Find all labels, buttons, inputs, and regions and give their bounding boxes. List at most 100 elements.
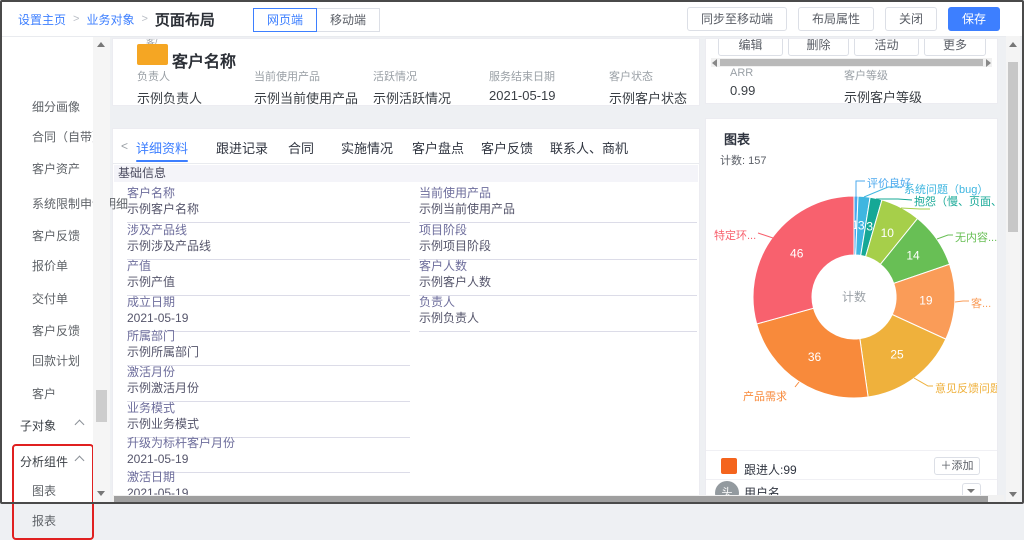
- sidebar-item-delivery-order[interactable]: 交付单: [32, 290, 68, 307]
- tab-follow-records[interactable]: 跟进记录: [216, 138, 268, 157]
- form-field: 业务模式 示例业务模式: [127, 402, 410, 438]
- close-button[interactable]: 关闭: [885, 7, 937, 31]
- form-field: 升级为标杆客户月份 2021-05-19: [127, 437, 410, 473]
- chart-label-leader: [795, 382, 799, 387]
- sidebar-item-system-limit-detail[interactable]: 系统限制申请明细: [32, 195, 128, 212]
- sidebar-section-sub-objects[interactable]: 子对象: [20, 417, 56, 434]
- activity-button[interactable]: 活动: [854, 38, 919, 56]
- sidebar-item-customer-feedback-2[interactable]: 客户反馈: [32, 322, 80, 339]
- sidebar-item-customer[interactable]: 客户: [32, 385, 56, 402]
- sidebar-item-chart[interactable]: 图表: [32, 482, 56, 499]
- breadcrumb-business-object[interactable]: 业务对象: [86, 11, 134, 28]
- actions-horizontal-scrollbar[interactable]: [711, 58, 992, 67]
- page-title: 页面布局: [155, 9, 215, 30]
- chart-slice-value: 25: [890, 348, 904, 362]
- tab-contract[interactable]: 合同: [288, 138, 314, 157]
- field-value[interactable]: 示例客户名称: [127, 203, 410, 223]
- sidebar-item-segment-profile[interactable]: 细分画像: [32, 98, 80, 115]
- tab-customer-feedback[interactable]: 客户反馈: [481, 138, 533, 157]
- field-value[interactable]: 示例项目阶段: [419, 240, 697, 260]
- tab-implementation[interactable]: 实施情况: [341, 138, 393, 157]
- tab-customer-review[interactable]: 客户盘点: [412, 138, 464, 157]
- sidebar-item-customer-feedback[interactable]: 客户反馈: [32, 227, 80, 244]
- breadcrumb-separator-icon: >: [73, 13, 79, 25]
- field-label: 激活月份: [127, 366, 410, 379]
- window-vertical-scrollbar[interactable]: [1006, 36, 1020, 502]
- chart-slice-value: 19: [919, 294, 933, 308]
- edit-button[interactable]: 编辑: [718, 38, 783, 56]
- tabs-next-icon[interactable]: >: [615, 139, 622, 153]
- chart-label-leader: [937, 235, 953, 239]
- field-value[interactable]: 示例当前使用产品: [419, 203, 697, 223]
- tab-web[interactable]: 网页端: [253, 8, 317, 32]
- record-field: 服务结束日期 2021-05-19: [489, 68, 556, 103]
- record-field: 客户等级 示例客户等级: [844, 67, 922, 104]
- chart-slice-value: 3: [858, 218, 865, 232]
- chart-label-leader: [758, 233, 773, 238]
- scroll-left-icon[interactable]: [712, 59, 717, 67]
- field-value[interactable]: 示例业务模式: [127, 418, 410, 438]
- scrollbar-thumb[interactable]: [1008, 62, 1018, 232]
- tabs-prev-icon[interactable]: <: [121, 139, 128, 153]
- save-button[interactable]: 保存: [948, 7, 1000, 31]
- more-button[interactable]: 更多: [924, 38, 986, 56]
- field-label: 客户名称: [127, 187, 410, 200]
- sidebar: 细分画像 合同（自带） 客户资产 系统限制申请明细 客户反馈 报价单 交付单 客…: [2, 36, 93, 502]
- scroll-down-icon[interactable]: [97, 491, 105, 496]
- chart-slice-value: 10: [881, 226, 895, 240]
- record-field: ARR 0.99: [730, 67, 755, 98]
- tab-mobile[interactable]: 移动端: [316, 8, 380, 32]
- add-follower-button[interactable]: ＋添加: [934, 457, 980, 475]
- field-label: 涉及产品线: [127, 224, 410, 237]
- content-horizontal-scrollbar[interactable]: [112, 495, 1004, 503]
- scroll-up-icon[interactable]: [1009, 42, 1017, 47]
- field-value[interactable]: 示例涉及产品线: [127, 240, 410, 260]
- field-label: 产值: [127, 260, 410, 273]
- scrollbar-thumb[interactable]: [114, 496, 988, 502]
- divider: [706, 479, 997, 480]
- field-label: 当前使用产品: [419, 187, 697, 200]
- field-label: 项目阶段: [419, 224, 697, 237]
- scroll-up-icon[interactable]: [97, 42, 105, 47]
- sidebar-section-analysis-components[interactable]: 分析组件: [20, 453, 68, 470]
- field-value: 示例客户等级: [844, 87, 922, 104]
- field-label: 业务模式: [127, 402, 410, 415]
- layout-properties-button[interactable]: 布局属性: [798, 7, 874, 31]
- active-tab-underline: [136, 160, 188, 162]
- sidebar-item-customer-assets[interactable]: 客户资产: [32, 160, 80, 177]
- scroll-down-icon[interactable]: [1009, 492, 1017, 497]
- breadcrumb-home[interactable]: 设置主页: [18, 11, 66, 28]
- collapse-chevron-icon[interactable]: [75, 456, 85, 466]
- field-value: 示例负责人: [137, 88, 202, 106]
- form-field: 客户人数 示例客户人数: [419, 260, 697, 296]
- chart-slice[interactable]: [753, 196, 854, 324]
- field-label: 负责人: [137, 68, 202, 84]
- collapse-chevron-icon[interactable]: [75, 420, 85, 430]
- field-label: 活跃情况: [373, 68, 451, 84]
- sync-to-mobile-button[interactable]: 同步至移动端: [687, 7, 787, 31]
- field-value[interactable]: 示例所属部门: [127, 346, 410, 366]
- view-switch: 网页端 移动端: [253, 8, 380, 32]
- delete-button[interactable]: 删除: [788, 38, 849, 56]
- tab-detail-info[interactable]: 详细资料: [136, 138, 188, 157]
- field-label: 服务结束日期: [489, 68, 556, 84]
- section-header: 基础信息: [114, 165, 698, 182]
- field-value[interactable]: 示例激活月份: [127, 382, 410, 402]
- sidebar-scrollbar-thumb[interactable]: [96, 390, 107, 422]
- form-field: 所属部门 示例所属部门: [127, 330, 410, 366]
- chart-slice-value: 46: [790, 246, 804, 260]
- sidebar-scrollbar[interactable]: [93, 36, 110, 502]
- field-value[interactable]: 示例客户人数: [419, 276, 697, 296]
- sidebar-item-payment-plan[interactable]: 回款计划: [32, 352, 80, 369]
- follower-icon: [721, 458, 737, 474]
- form-field: 客户名称 示例客户名称: [127, 187, 410, 223]
- field-label: 成立日期: [127, 296, 410, 309]
- sidebar-item-quotation[interactable]: 报价单: [32, 257, 68, 274]
- field-label: 客户状态: [609, 68, 687, 84]
- chart-label-leader: [864, 187, 902, 197]
- field-value[interactable]: 示例产值: [127, 276, 410, 296]
- scrollbar-thumb[interactable]: [720, 59, 983, 66]
- scroll-right-icon[interactable]: [986, 59, 991, 67]
- field-value[interactable]: 示例负责人: [419, 312, 697, 332]
- sidebar-item-report[interactable]: 报表: [32, 512, 56, 529]
